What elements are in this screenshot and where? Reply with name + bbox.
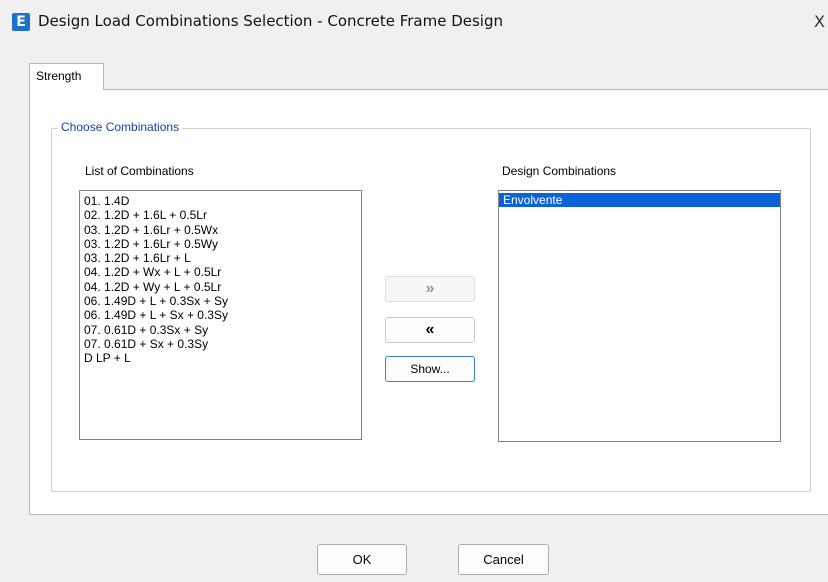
list-item[interactable]: Envolvente	[499, 193, 780, 208]
show-button[interactable]: Show...	[385, 356, 475, 382]
design-combinations-label: Design Combinations	[502, 164, 617, 178]
group-label: Choose Combinations	[58, 120, 183, 134]
remove-combination-button[interactable]: «	[385, 317, 475, 343]
ok-button[interactable]: OK	[317, 544, 407, 575]
list-item[interactable]: 03. 1.2D + 1.6Lr + 0.5Wx	[80, 223, 361, 237]
list-of-combinations-label: List of Combinations	[85, 164, 194, 178]
design-combinations-listbox[interactable]: Envolvente	[498, 190, 781, 442]
list-item[interactable]: 04. 1.2D + Wx + L + 0.5Lr	[80, 265, 361, 279]
app-icon: E	[12, 13, 30, 31]
tab-strength[interactable]: Strength	[29, 63, 104, 90]
list-item[interactable]: 07. 0.61D + 0.3Sx + Sy	[80, 323, 361, 337]
list-item[interactable]: 03. 1.2D + 1.6Lr + 0.5Wy	[80, 237, 361, 251]
list-item[interactable]: 06. 1.49D + L + Sx + 0.3Sy	[80, 308, 361, 322]
list-item[interactable]: 01. 1.4D	[80, 194, 361, 208]
list-of-combinations-listbox[interactable]: 01. 1.4D 02. 1.2D + 1.6L + 0.5Lr 03. 1.2D …	[79, 190, 362, 440]
add-combination-button[interactable]: »	[385, 276, 475, 302]
list-item[interactable]: 03. 1.2D + 1.6Lr + L	[80, 251, 361, 265]
list-item[interactable]: 07. 0.61D + Sx + 0.3Sy	[80, 337, 361, 351]
title-bar: E Design Load Combinations Selection - C…	[0, 0, 828, 44]
list-item[interactable]: D LP + L	[80, 351, 361, 365]
list-item[interactable]: 02. 1.2D + 1.6L + 0.5Lr	[80, 208, 361, 222]
list-item[interactable]: 04. 1.2D + Wy + L + 0.5Lr	[80, 280, 361, 294]
close-icon[interactable]: X	[814, 10, 828, 34]
window-title: Design Load Combinations Selection - Con…	[38, 12, 503, 30]
cancel-button[interactable]: Cancel	[458, 544, 549, 575]
list-item[interactable]: 06. 1.49D + L + 0.3Sx + Sy	[80, 294, 361, 308]
